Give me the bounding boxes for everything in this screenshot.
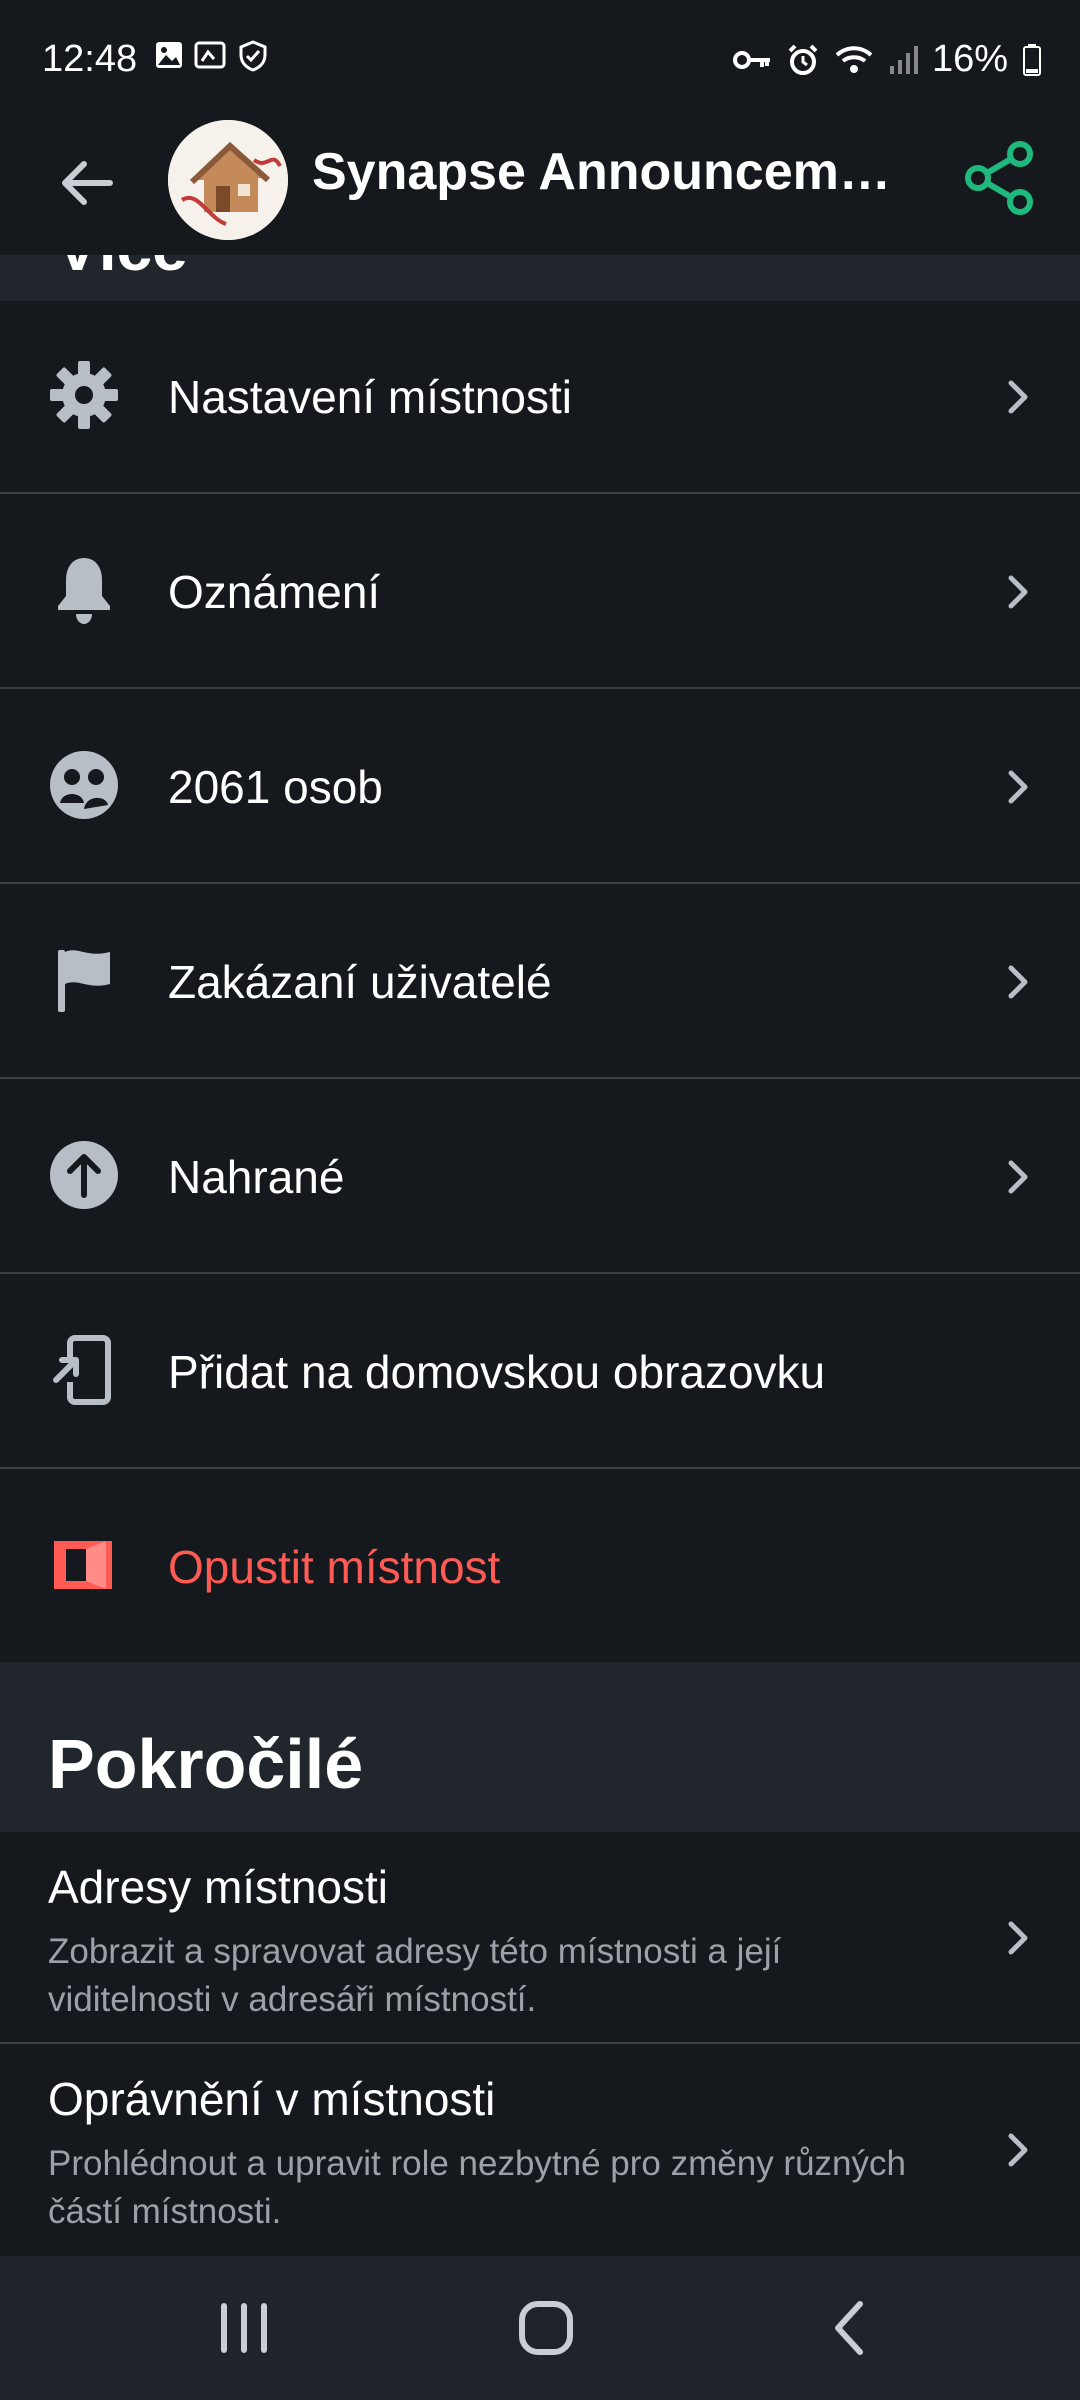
menu-item-leave-room[interactable]: Opustit místnost [0, 1471, 1080, 1664]
key-icon [732, 47, 772, 73]
item-description: Zobrazit a spravovat adresy této místnos… [48, 1932, 782, 2019]
chevron-right-icon [996, 1916, 1040, 1960]
alarm-icon [786, 43, 820, 77]
upload-icon [46, 1137, 122, 1213]
home-icon[interactable] [506, 2296, 586, 2360]
menu-item-room-addresses[interactable]: Adresy místnosti Zobrazit a spravovat ad… [0, 1832, 1080, 2044]
item-title: Oprávnění v místnosti [48, 2073, 496, 2125]
menu-item-label: Přidat na domovskou obrazovku [168, 1346, 826, 1398]
menu-item-label: Opustit místnost [168, 1541, 501, 1593]
add-to-home-icon [46, 1332, 122, 1408]
menu-item-room-settings[interactable]: Nastavení místnosti [0, 301, 1080, 494]
menu-item-label: 2061 osob [168, 761, 383, 813]
partial-section-title: Více [56, 255, 188, 285]
menu-item-label: Oznámení [168, 566, 381, 618]
bell-icon [46, 552, 122, 628]
menu-item-room-permissions[interactable]: Oprávnění v místnosti Prohlédnout a upra… [0, 2044, 1080, 2256]
flag-icon [46, 942, 122, 1018]
menu-item-label: Nastavení místnosti [168, 371, 572, 423]
back-icon[interactable] [810, 2296, 890, 2360]
battery-icon [1022, 43, 1042, 77]
menu-item-banned-users[interactable]: Zakázaní uživatelé [0, 886, 1080, 1079]
status-time: 12:48 [42, 38, 138, 80]
room-title: Synapse Announceme… [312, 143, 912, 201]
signal-icon [888, 44, 918, 76]
chevron-right-icon [996, 960, 1040, 1004]
status-bar: 12:48 16% [0, 0, 1080, 120]
menu-item-uploads[interactable]: Nahrané [0, 1081, 1080, 1274]
gallery-icon [154, 40, 184, 72]
section-title: Pokročilé [48, 1725, 364, 1803]
battery-percent: 16% [931, 38, 1008, 80]
app-bar: Synapse Announceme… [0, 120, 1080, 255]
menu-item-label: Nahrané [168, 1151, 345, 1203]
menu-item-notifications[interactable]: Oznámení [0, 496, 1080, 689]
chevron-right-icon [996, 570, 1040, 614]
shield-icon [238, 40, 268, 72]
recent-apps-icon[interactable] [204, 2296, 284, 2360]
menu-item-members[interactable]: 2061 osob [0, 691, 1080, 884]
item-description: Prohlédnout a upravit role nezbytné pro … [48, 2144, 906, 2231]
share-icon[interactable] [958, 136, 1042, 220]
chevron-right-icon [996, 375, 1040, 419]
section-header-partial: Více [0, 255, 1080, 301]
wifi-icon [834, 44, 874, 76]
leave-icon [46, 1527, 122, 1603]
chevron-right-icon [996, 1155, 1040, 1199]
chevron-right-icon [996, 765, 1040, 809]
back-arrow-icon[interactable] [52, 148, 122, 218]
gear-icon [46, 357, 122, 433]
system-nav-bar [0, 2256, 1080, 2400]
menu-item-add-to-home[interactable]: Přidat na domovskou obrazovku [0, 1276, 1080, 1469]
section-header-advanced: Pokročilé [0, 1662, 1080, 1832]
menu-item-label: Zakázaní uživatelé [168, 956, 552, 1008]
room-avatar[interactable] [168, 120, 288, 240]
item-title: Adresy místnosti [48, 1861, 388, 1913]
chevron-right-icon [996, 2128, 1040, 2172]
image-icon [194, 40, 228, 72]
people-icon [46, 747, 122, 823]
